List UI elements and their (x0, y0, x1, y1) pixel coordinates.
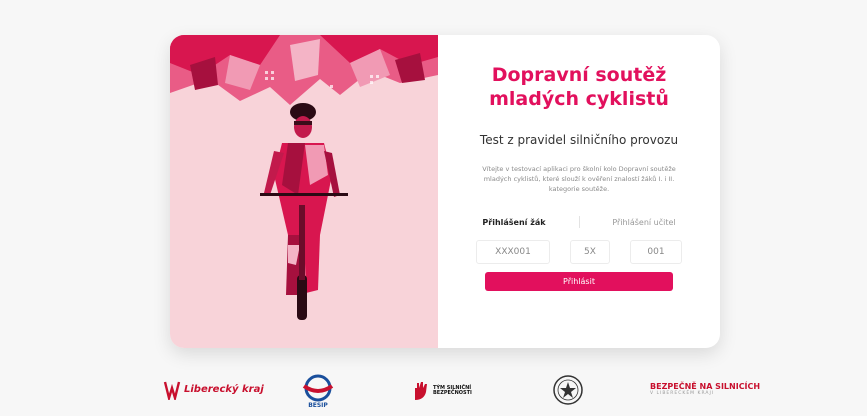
liberecky-kraj-icon (163, 381, 181, 400)
student-number-input[interactable] (630, 240, 682, 264)
login-panel: Dopravní soutěž mladých cyklistů Test z … (438, 35, 720, 348)
cyclist-illustration (170, 35, 438, 320)
policie-cr-logo[interactable] (552, 374, 584, 406)
bezpecne-na-silnicich-logo[interactable]: BEZPEČNĚ NA SILNICÍCH V LIBERECKÉM KRAJI (650, 382, 760, 397)
tab-student-login[interactable]: Přihlášení žák (464, 218, 564, 227)
intro-text: Vítejte v testovací aplikaci pro školní … (482, 165, 676, 193)
login-card: Dopravní soutěž mladých cyklistů Test z … (170, 35, 720, 348)
geometric-city-pattern (170, 35, 438, 105)
tab-teacher-login[interactable]: Přihlášení učitel (594, 218, 694, 227)
school-code-input[interactable] (476, 240, 550, 264)
class-input[interactable] (570, 240, 610, 264)
tym-text: TÝM SILNIČNÍ BEZPEČNOSTI (433, 384, 472, 396)
bns-title: BEZPEČNĚ NA SILNICÍCH (650, 382, 761, 391)
student-code-inputs (460, 240, 698, 264)
illustration-panel (170, 35, 438, 348)
police-star-icon (553, 375, 583, 405)
partner-logos: Liberecký kraj BESIP TÝM SILNIČNÍ BEZPEČ… (0, 370, 867, 416)
login-button[interactable]: Přihlásit (485, 272, 673, 291)
liberecky-kraj-logo[interactable]: Liberecký kraj (163, 380, 264, 400)
page-subtitle: Test z pravidel silničního provozu (479, 133, 679, 147)
besip-icon (302, 374, 334, 402)
login-tabs: Přihlášení žák Přihlášení učitel (460, 214, 698, 230)
tab-divider (579, 216, 580, 228)
besip-text: BESIP (308, 402, 328, 409)
tym-silnicni-bezpecnosti-logo[interactable]: TÝM SILNIČNÍ BEZPEČNOSTI (412, 380, 473, 402)
cyclist-figure (260, 103, 348, 320)
besip-logo[interactable]: BESIP (298, 374, 338, 409)
bns-subtitle: V LIBERECKÉM KRAJI (650, 391, 715, 396)
hand-icon (415, 382, 427, 400)
page-title: Dopravní soutěž mladých cyklistů (489, 64, 669, 110)
liberecky-kraj-text: Liberecký kraj (184, 384, 264, 395)
